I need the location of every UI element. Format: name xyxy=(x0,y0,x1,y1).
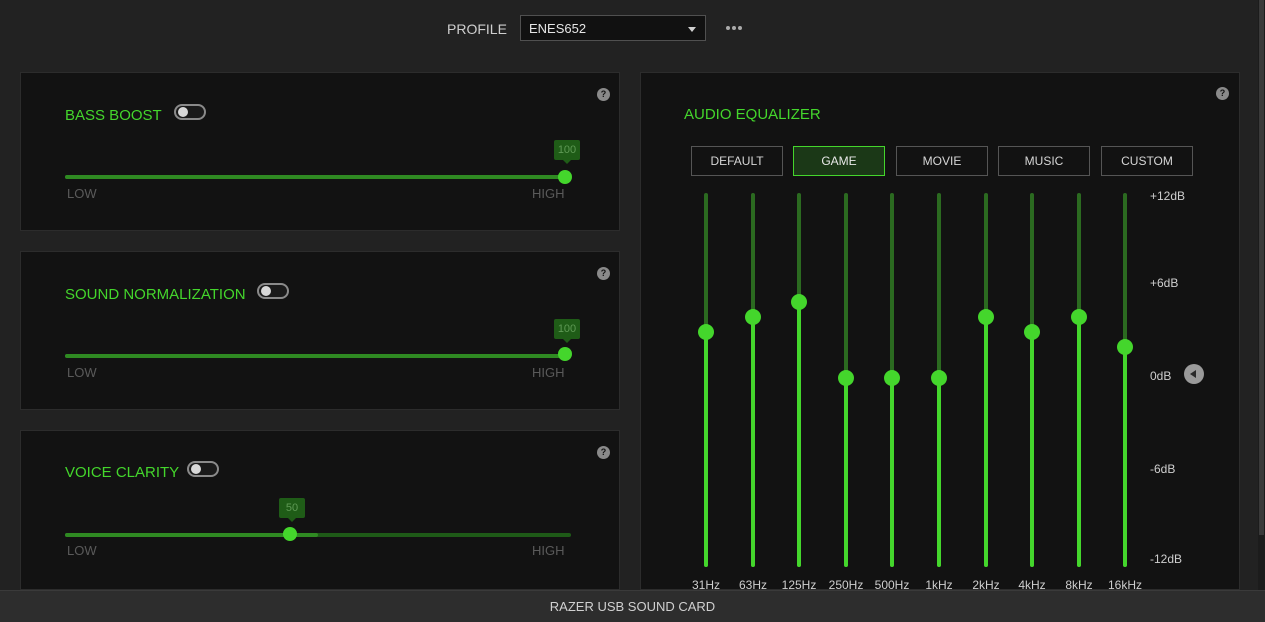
reset-zero-icon[interactable] xyxy=(1184,364,1204,384)
voice-clarity-value-badge: 50 xyxy=(279,498,305,522)
sound-normalization-slider[interactable] xyxy=(65,354,571,358)
sound-normalization-high-label: HIGH xyxy=(532,365,565,380)
db-label-0: 0dB xyxy=(1150,369,1172,383)
eq-band-thumb[interactable] xyxy=(791,293,807,310)
eq-band-slider[interactable] xyxy=(984,193,988,567)
sound-normalization-title: SOUND NORMALIZATION xyxy=(65,286,246,303)
preset-game-button[interactable]: GAME xyxy=(793,146,885,176)
preset-movie-button[interactable]: MOVIE xyxy=(896,146,988,176)
db-label-plus12: +12dB xyxy=(1150,189,1186,203)
eq-band-slider[interactable] xyxy=(1030,193,1034,567)
eq-band-thumb[interactable] xyxy=(698,324,714,341)
voice-clarity-high-label: HIGH xyxy=(532,543,565,558)
eq-band-thumb[interactable] xyxy=(745,308,761,325)
bass-boost-panel: BASS BOOST ? 100 LOW HIGH xyxy=(20,72,620,231)
profile-label: PROFILE xyxy=(447,21,507,37)
bass-boost-title: BASS BOOST xyxy=(65,107,162,124)
eq-band-thumb[interactable] xyxy=(838,370,854,386)
eq-band-slider[interactable] xyxy=(751,193,755,567)
bass-boost-slider[interactable] xyxy=(65,175,571,179)
eq-band-slider[interactable] xyxy=(1123,193,1127,567)
help-icon[interactable]: ? xyxy=(597,446,610,459)
bass-boost-value-badge: 100 xyxy=(554,140,580,164)
db-label-plus6: +6dB xyxy=(1150,276,1179,290)
bass-boost-low-label: LOW xyxy=(67,186,97,201)
eq-band-thumb[interactable] xyxy=(931,370,947,386)
preset-custom-button[interactable]: CUSTOM xyxy=(1101,146,1193,176)
device-name: RAZER USB SOUND CARD xyxy=(549,599,716,614)
eq-band-slider[interactable] xyxy=(1077,193,1081,567)
voice-clarity-low-label: LOW xyxy=(67,543,97,558)
sound-normalization-toggle[interactable] xyxy=(257,283,289,299)
eq-band-slider[interactable] xyxy=(704,193,708,567)
ellipsis-icon[interactable] xyxy=(724,20,744,36)
bass-boost-high-label: HIGH xyxy=(532,186,565,201)
bass-boost-toggle[interactable] xyxy=(174,104,206,120)
eq-band-slider[interactable] xyxy=(797,193,801,567)
voice-clarity-title: VOICE CLARITY xyxy=(65,464,180,481)
preset-default-button[interactable]: DEFAULT xyxy=(691,146,783,176)
profile-dropdown[interactable]: ENES652 xyxy=(520,15,706,41)
footer-bar: RAZER USB SOUND CARD xyxy=(0,590,1265,622)
voice-clarity-slider[interactable] xyxy=(65,533,571,537)
sound-normalization-slider-thumb[interactable] xyxy=(558,347,572,361)
voice-clarity-panel: VOICE CLARITY ? 50 LOW HIGH xyxy=(20,430,620,590)
profile-value: ENES652 xyxy=(529,21,587,36)
scrollbar-thumb[interactable] xyxy=(1259,0,1264,535)
eq-band-thumb[interactable] xyxy=(1024,324,1040,341)
sound-normalization-panel: SOUND NORMALIZATION ? 100 LOW HIGH xyxy=(20,251,620,410)
voice-clarity-slider-thumb[interactable] xyxy=(283,527,297,541)
db-label-minus6: -6dB xyxy=(1150,462,1176,476)
help-icon[interactable]: ? xyxy=(597,267,610,280)
audio-equalizer-title: AUDIO EQUALIZER xyxy=(684,106,821,123)
sound-normalization-low-label: LOW xyxy=(67,365,97,380)
eq-band-thumb[interactable] xyxy=(978,308,994,325)
eq-band-thumb[interactable] xyxy=(1071,308,1087,325)
bass-boost-slider-thumb[interactable] xyxy=(558,170,572,184)
help-icon[interactable]: ? xyxy=(1216,87,1229,100)
help-icon[interactable]: ? xyxy=(597,88,610,101)
sound-normalization-value-badge: 100 xyxy=(554,319,580,343)
eq-band-thumb[interactable] xyxy=(884,370,900,386)
voice-clarity-toggle[interactable] xyxy=(187,461,219,477)
chevron-down-icon xyxy=(688,27,696,32)
db-label-minus12: -12dB xyxy=(1150,552,1183,566)
preset-music-button[interactable]: MUSIC xyxy=(998,146,1090,176)
